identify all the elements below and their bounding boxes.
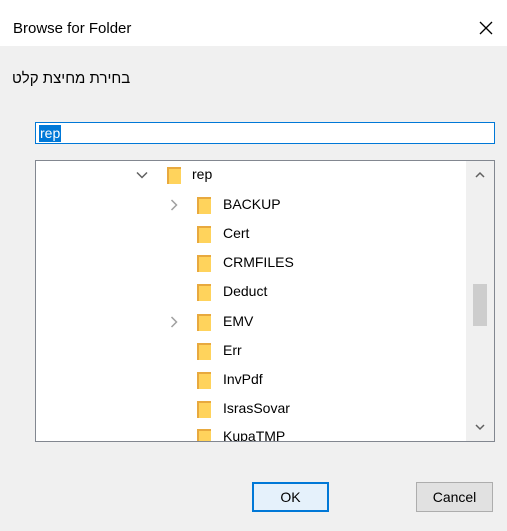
title-bar: Browse for Folder (0, 0, 507, 46)
folder-path-value: rep (39, 125, 62, 142)
tree-item-rep[interactable]: rep (36, 161, 464, 189)
tree-item-label: KupaTMP (223, 428, 286, 442)
tree-item-label: InvPdf (223, 371, 263, 387)
folder-icon (197, 343, 211, 360)
tree-item-label: CRMFILES (223, 254, 294, 270)
chevron-down-icon (475, 424, 485, 431)
folder-icon (197, 314, 211, 331)
tree-scrollbar[interactable] (466, 161, 494, 441)
folder-icon (197, 255, 211, 272)
tree-item-label: EMV (223, 313, 254, 329)
close-button[interactable] (470, 14, 502, 42)
tree-item-err[interactable]: Err (36, 337, 464, 365)
folder-icon (197, 197, 211, 214)
scroll-up-button[interactable] (466, 161, 494, 189)
tree-item-cert[interactable]: Cert (36, 220, 464, 248)
folder-icon (197, 284, 211, 301)
tree-item-israssovar[interactable]: IsrasSovar (36, 395, 464, 423)
scrollbar-thumb[interactable] (473, 284, 487, 326)
folder-icon (197, 401, 211, 418)
scroll-down-button[interactable] (466, 413, 494, 441)
folder-icon (167, 167, 181, 184)
tree-item-crmfiles[interactable]: CRMFILES (36, 249, 464, 277)
tree-item-label: Cert (223, 225, 250, 241)
tree-item-kupatmp[interactable]: KupaTMP (36, 423, 464, 442)
folder-tree[interactable]: rep BACKUP Cert CRMFILES Deduct EMV Err … (35, 160, 495, 442)
folder-icon (197, 226, 211, 243)
tree-item-label: IsrasSovar (223, 400, 290, 416)
tree-item-label: Err (223, 342, 242, 358)
tree-item-deduct[interactable]: Deduct (36, 278, 464, 306)
cancel-button[interactable]: Cancel (416, 482, 493, 512)
folder-icon (197, 429, 211, 441)
window-title: Browse for Folder (13, 20, 132, 37)
folder-path-input[interactable]: rep (35, 122, 495, 144)
chevron-right-icon[interactable] (168, 199, 180, 211)
folder-icon (197, 372, 211, 389)
tree-item-label: rep (192, 166, 213, 182)
chevron-up-icon (475, 171, 485, 178)
tree-item-backup[interactable]: BACKUP (36, 191, 464, 219)
close-icon (479, 21, 493, 35)
chevron-right-icon[interactable] (168, 316, 180, 328)
tree-item-label: Deduct (223, 283, 268, 299)
tree-item-invpdf[interactable]: InvPdf (36, 366, 464, 394)
dialog-prompt: בחירת מחיצת קלט (12, 70, 131, 87)
tree-item-emv[interactable]: EMV (36, 308, 464, 336)
tree-item-label: BACKUP (223, 196, 281, 212)
ok-button[interactable]: OK (252, 482, 329, 512)
chevron-down-icon[interactable] (136, 169, 148, 181)
